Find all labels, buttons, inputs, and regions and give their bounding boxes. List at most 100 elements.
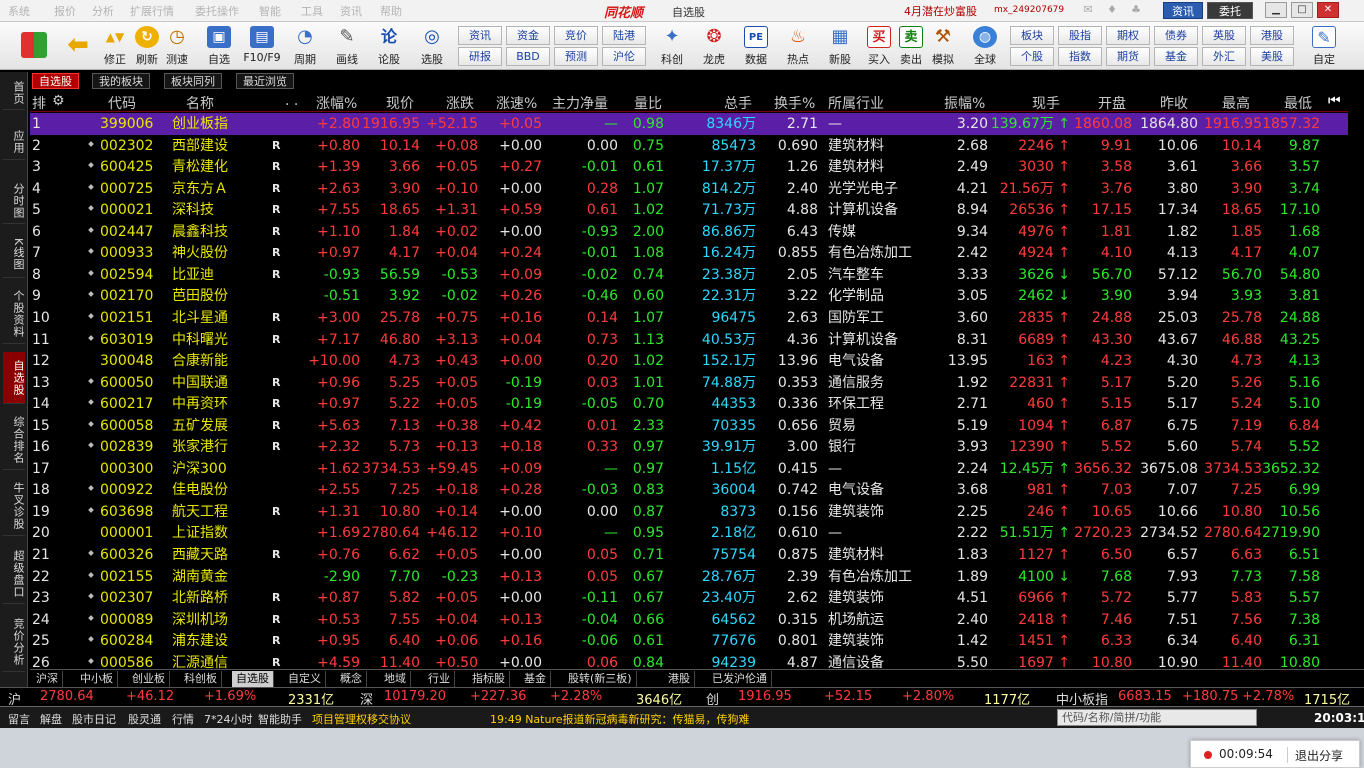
table-row[interactable]: 3 600425 青松建化 R +1.39 3.66 +0.05 +0.27 -0.01 0.61… (30, 156, 1348, 178)
tb-news[interactable]: 资讯 (458, 26, 502, 45)
table-row[interactable]: 25 600284 浦东建设 R +0.95 6.40 +0.06 +0.16 -0.06 0.6… (30, 630, 1348, 652)
tab-recent[interactable]: 最近浏览 (236, 73, 294, 89)
tab-my-watchlist[interactable]: 自选股 (32, 73, 79, 89)
sidebar-item-home[interactable]: 首页 (3, 76, 25, 110)
exit-share-button[interactable]: 退出分享 (1295, 747, 1343, 764)
user-icon[interactable]: ♣ (1128, 3, 1144, 17)
col-chg[interactable]: 涨跌 (446, 93, 474, 113)
star-market-button[interactable]: ✦ 科创 (654, 24, 690, 68)
table-row[interactable]: 1 399006 创业板指 +2.80 1916.95 +52.15 +0.05—0.98 8… (30, 113, 1348, 135)
table-row[interactable]: 8 002594 比亚迪 R -0.93 56.59 -0.53 +0.09 -0.02 0.74… (30, 264, 1348, 286)
menu-quote[interactable]: 报价 (54, 3, 76, 19)
tb-forex[interactable]: 外汇 (1202, 47, 1246, 66)
col-open[interactable]: 开盘 (1098, 93, 1126, 113)
collapse-arrow-icon[interactable]: ⏮ (1328, 93, 1341, 109)
status-commentary[interactable]: 解盘 (40, 711, 62, 727)
bottom-tab[interactable]: 地域 (380, 671, 411, 687)
mail-icon[interactable]: ✉ (1080, 3, 1096, 17)
table-row[interactable]: 10 002151 北斗星通 R +3.00 25.78 +0.75 +0.16 0.14 1.0… (30, 307, 1348, 329)
tab-sector-peers[interactable]: 板块同列 (164, 73, 222, 89)
news-button[interactable]: 资讯 (1163, 2, 1203, 19)
menu-help[interactable]: 帮助 (380, 3, 402, 19)
buy-button[interactable]: 买 买入 (864, 24, 894, 68)
table-row[interactable]: 4 000725 京东方Ａ R +2.63 3.90 +0.10 +0.00 0.28 1.07 8… (30, 178, 1348, 200)
table-row[interactable]: 9 002170 芭田股份 -0.51 3.92 -0.02 +0.26 -0.46 0.60 2… (30, 285, 1348, 307)
tb-bbd[interactable]: BBD (506, 47, 550, 66)
new-stock-button[interactable]: ▦ 新股 (822, 24, 858, 68)
data-button[interactable]: PE 数据 (738, 24, 774, 68)
refresh-button[interactable]: ↻ 刷新 (132, 24, 162, 68)
menu-smart[interactable]: 智能 (259, 3, 281, 19)
status-gulingtong[interactable]: 股灵通 (128, 711, 161, 727)
tb-funds2[interactable]: 基金 (1154, 47, 1198, 66)
col-speed[interactable]: 涨速% (496, 93, 537, 113)
table-row[interactable]: 19 603698 航天工程 R +1.31 10.80 +0.14 +0.00 0.00 0.8… (30, 501, 1348, 523)
menu-tools[interactable]: 工具 (301, 3, 323, 19)
col-high[interactable]: 最高 (1222, 93, 1250, 113)
table-row[interactable]: 16 002839 张家港行 R +2.32 5.73 +0.13 +0.18 0.33 0.97… (30, 436, 1348, 458)
tb-hk-stocks[interactable]: 港股 (1250, 26, 1294, 45)
tb-options[interactable]: 期权 (1106, 26, 1150, 45)
promo-link[interactable]: 4月潜在炒富股 (904, 3, 977, 19)
col-code[interactable]: 代码 (108, 93, 136, 113)
col-low[interactable]: 最低 (1284, 93, 1312, 113)
tb-uk-stocks[interactable]: 英股 (1202, 26, 1246, 45)
bottom-tab[interactable]: 创业板 (128, 671, 170, 687)
close-icon[interactable]: ✕ (1317, 2, 1339, 18)
bottom-tab[interactable]: 基金 (520, 671, 551, 687)
tb-auction[interactable]: 竞价 (554, 26, 598, 45)
speed-test-button[interactable]: ◷ 测速 (162, 24, 192, 68)
discuss-button[interactable]: 论 论股 (372, 24, 406, 68)
customize-button[interactable]: ✎ 自定 (1304, 24, 1344, 68)
tb-us-stocks[interactable]: 美股 (1250, 47, 1294, 66)
table-row[interactable]: 6 002447 晨鑫科技 R +1.10 1.84 +0.02 +0.00 -0.93 2.00… (30, 221, 1348, 243)
bottom-tab[interactable]: 科创板 (180, 671, 222, 687)
sz-index-value[interactable]: 10179.20 (384, 689, 446, 704)
cycle-button[interactable]: ◔ 周期 (286, 24, 324, 68)
tb-sector[interactable]: 板块 (1010, 26, 1054, 45)
settings-gear-icon[interactable]: ⚙ (52, 93, 65, 109)
tb-research[interactable]: 研报 (458, 47, 502, 66)
sidebar-item-profile[interactable]: 个股资料 (3, 284, 25, 344)
table-row[interactable]: 13 600050 中国联通 R +0.96 5.25 +0.05 -0.19 0.03 1.01… (30, 372, 1348, 394)
col-chg-pct[interactable]: 涨幅% (316, 93, 357, 113)
global-button[interactable]: ◍ 全球 (966, 24, 1004, 68)
hot-button[interactable]: ♨ 热点 (780, 24, 816, 68)
col-mainflow[interactable]: 主力净量 (552, 93, 608, 113)
table-row[interactable]: 12 300048 合康新能 +10.00 4.73 +0.43 +0.00 0.20 1.02… (30, 350, 1348, 372)
bottom-tab[interactable]: 沪深 (32, 671, 63, 687)
table-row[interactable]: 24 000089 深圳机场 R +0.53 7.55 +0.04 +0.13 -0.04 0.6… (30, 609, 1348, 631)
bottom-tab[interactable]: 港股 (664, 671, 695, 687)
maximize-icon[interactable]: □ (1291, 2, 1313, 18)
tb-index[interactable]: 指数 (1058, 47, 1102, 66)
table-row[interactable]: 18 000922 佳电股份 +2.55 7.25 +0.18 +0.28 -0.03 0.83… (30, 479, 1348, 501)
bottom-tab[interactable]: 指标股 (468, 671, 510, 687)
menu-trade[interactable]: 委托操作 (195, 3, 239, 19)
bottom-tab[interactable]: 自定义 (284, 671, 326, 687)
bottom-tab[interactable]: 概念 (336, 671, 367, 687)
col-amplitude[interactable]: 振幅% (944, 93, 985, 113)
minimize-icon[interactable]: ▁ (1265, 2, 1287, 18)
col-preclose[interactable]: 昨收 (1160, 93, 1188, 113)
draw-line-button[interactable]: ✎ 画线 (328, 24, 366, 68)
sidebar-item-super-book[interactable]: 超级盘口 (3, 544, 25, 604)
bottom-tab[interactable]: 股转(新三板) (564, 671, 637, 687)
menu-ext-quote[interactable]: 扩展行情 (130, 3, 174, 19)
bottom-tab[interactable]: 行业 (424, 671, 455, 687)
table-row[interactable]: 2 002302 西部建设 R +0.80 10.14 +0.08 +0.00 0.00 0.75… (30, 135, 1348, 157)
col-industry[interactable]: 所属行业 (828, 93, 884, 113)
status-diary[interactable]: 股市日记 (72, 711, 116, 727)
sidebar-item-ranking[interactable]: 综合排名 (3, 410, 25, 470)
col-name[interactable]: 名称 (186, 93, 214, 113)
menu-analysis[interactable]: 分析 (92, 3, 114, 19)
sidebar-item-apps[interactable]: 应用 (3, 124, 25, 160)
status-message[interactable]: 留言 (8, 711, 30, 727)
col-price[interactable]: 现价 (386, 93, 414, 113)
status-quote[interactable]: 行情 (172, 711, 194, 727)
fix-button[interactable]: ▲▼ 修正 (100, 24, 130, 68)
table-row[interactable]: 23 002307 北新路桥 R +0.87 5.82 +0.05 +0.00 -0.11 0.6… (30, 587, 1348, 609)
tb-stock[interactable]: 个股 (1010, 47, 1054, 66)
table-row[interactable]: 17 000300 沪深300 +1.62 3734.53 +59.45 +0.09—0.9… (30, 458, 1348, 480)
dragon-tiger-button[interactable]: ❂ 龙虎 (696, 24, 732, 68)
tb-hk-connect[interactable]: 陆港 (602, 26, 646, 45)
